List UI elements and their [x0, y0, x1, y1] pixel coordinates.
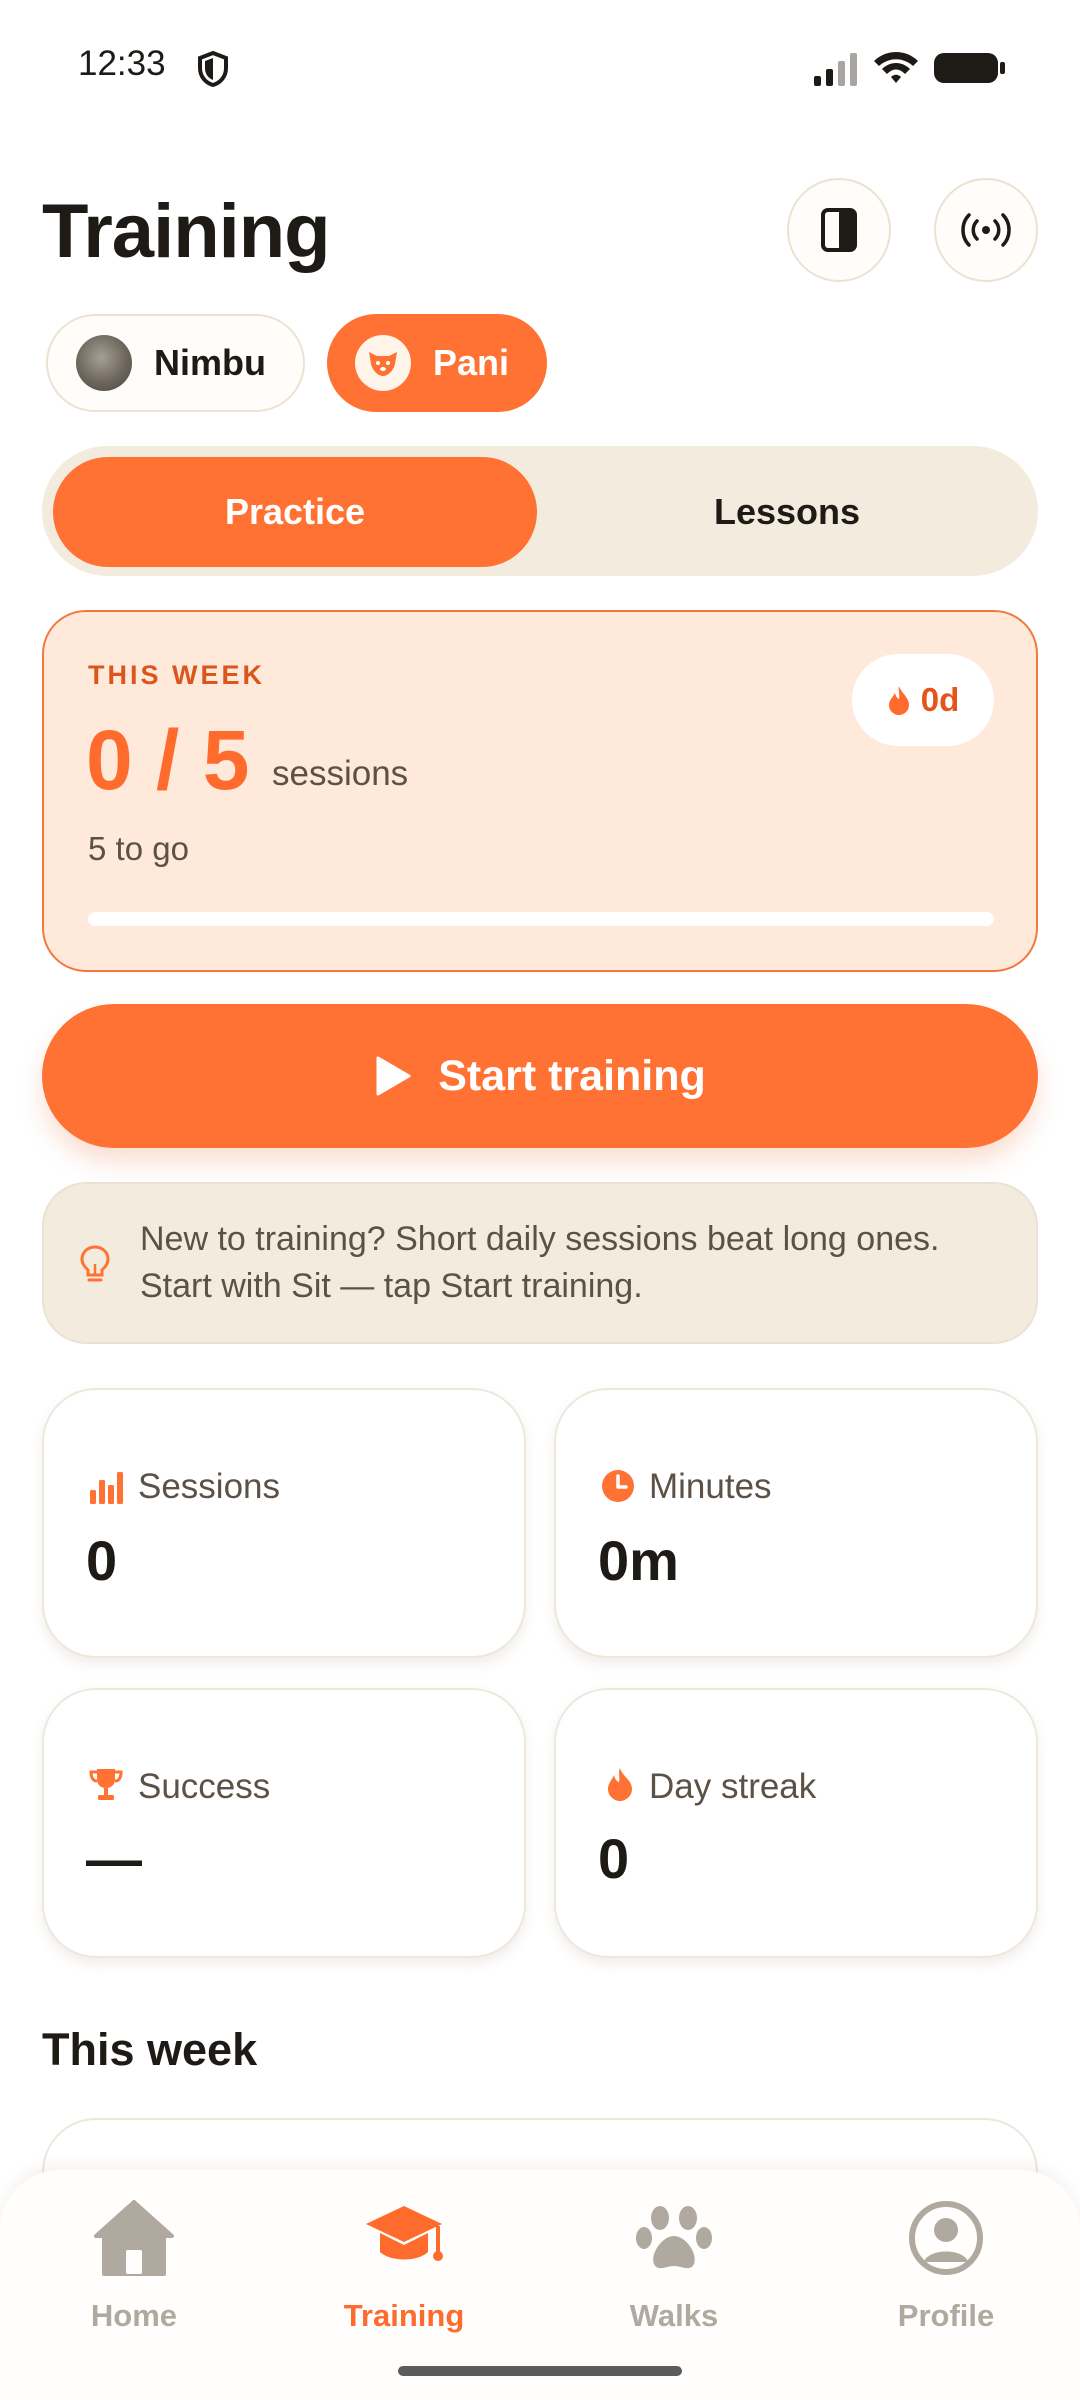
- page-title: Training: [42, 189, 331, 274]
- stat-value: 0m: [598, 1529, 679, 1592]
- nav-label: Walks: [629, 2298, 719, 2333]
- dog-face-icon: [369, 352, 397, 376]
- pet-name: Nimbu: [154, 342, 266, 383]
- pet-chip-nimbu[interactable]: Nimbu: [46, 314, 305, 412]
- streak-badge: 0d: [852, 654, 994, 746]
- stat-label: Sessions: [138, 1467, 281, 1506]
- pet-name: Pani: [433, 342, 510, 383]
- tab-lessons[interactable]: Lessons: [545, 457, 1029, 567]
- nav-label: Profile: [897, 2298, 995, 2333]
- broadcast-icon: [961, 213, 1011, 247]
- start-training-label: Start training: [438, 1051, 706, 1100]
- streak-value: 0d: [920, 681, 960, 718]
- start-training-button[interactable]: Start training: [42, 1004, 1038, 1148]
- nav-label: Home: [90, 2298, 178, 2333]
- cellular-signal-icon: [814, 53, 857, 86]
- lightbulb-icon: [80, 1245, 110, 1282]
- battery-icon: [934, 53, 1005, 83]
- flame-icon: [608, 1768, 632, 1801]
- stat-card-success: [42, 1688, 526, 1958]
- stat-value: 0: [86, 1529, 118, 1592]
- pet-chip-pani[interactable]: Pani: [327, 314, 547, 412]
- broadcast-button[interactable]: [934, 178, 1038, 282]
- paw-icon: [636, 2206, 712, 2269]
- nav-label: Training: [343, 2298, 465, 2333]
- flame-icon: [888, 686, 909, 715]
- pet-avatar: [76, 335, 132, 391]
- sessions-remaining: 5 to go: [88, 830, 189, 867]
- section-title: This week: [42, 2024, 258, 2075]
- tab-practice[interactable]: Practice: [53, 457, 537, 567]
- clock-icon: [602, 1470, 634, 1502]
- wifi-icon: [874, 52, 918, 83]
- graduation-cap-icon: [366, 2206, 443, 2261]
- panel-icon: [821, 208, 857, 252]
- stat-value: 0: [598, 1827, 630, 1890]
- weekly-progress-bar: [88, 912, 994, 926]
- stat-value: —: [86, 1827, 142, 1890]
- stat-label: Day streak: [649, 1767, 817, 1806]
- shield-icon: [198, 50, 228, 88]
- stat-label: Minutes: [649, 1467, 772, 1506]
- nav-home[interactable]: Home: [34, 2196, 234, 2346]
- training-screen: 12:33 Training Nimbu Pani Practice Lesso…: [0, 0, 1080, 2400]
- nav-walks[interactable]: Walks: [574, 2196, 774, 2346]
- home-icon: [94, 2200, 174, 2276]
- trophy-icon: [89, 1769, 123, 1800]
- stat-card-minutes: [554, 1388, 1038, 1658]
- session-unit: sessions: [272, 754, 409, 793]
- stat-label: Success: [138, 1767, 271, 1806]
- tip-text: New to training? Short daily sessions be…: [140, 1220, 940, 1305]
- session-count: 0 / 5: [86, 713, 250, 807]
- sidebar-toggle-button[interactable]: [787, 178, 891, 282]
- weekly-goal-label: THIS WEEK: [88, 660, 266, 690]
- user-circle-icon: [909, 2201, 983, 2275]
- nav-training[interactable]: Training: [304, 2196, 504, 2346]
- nav-profile[interactable]: Profile: [846, 2196, 1046, 2346]
- status-time: 12:33: [78, 44, 166, 83]
- stat-card-day-streak: [554, 1688, 1038, 1958]
- bar-chart-icon: [90, 1472, 123, 1504]
- home-indicator: [398, 2366, 682, 2376]
- stat-card-sessions: [42, 1388, 526, 1658]
- play-icon: [376, 1056, 411, 1096]
- pet-avatar: [355, 335, 411, 391]
